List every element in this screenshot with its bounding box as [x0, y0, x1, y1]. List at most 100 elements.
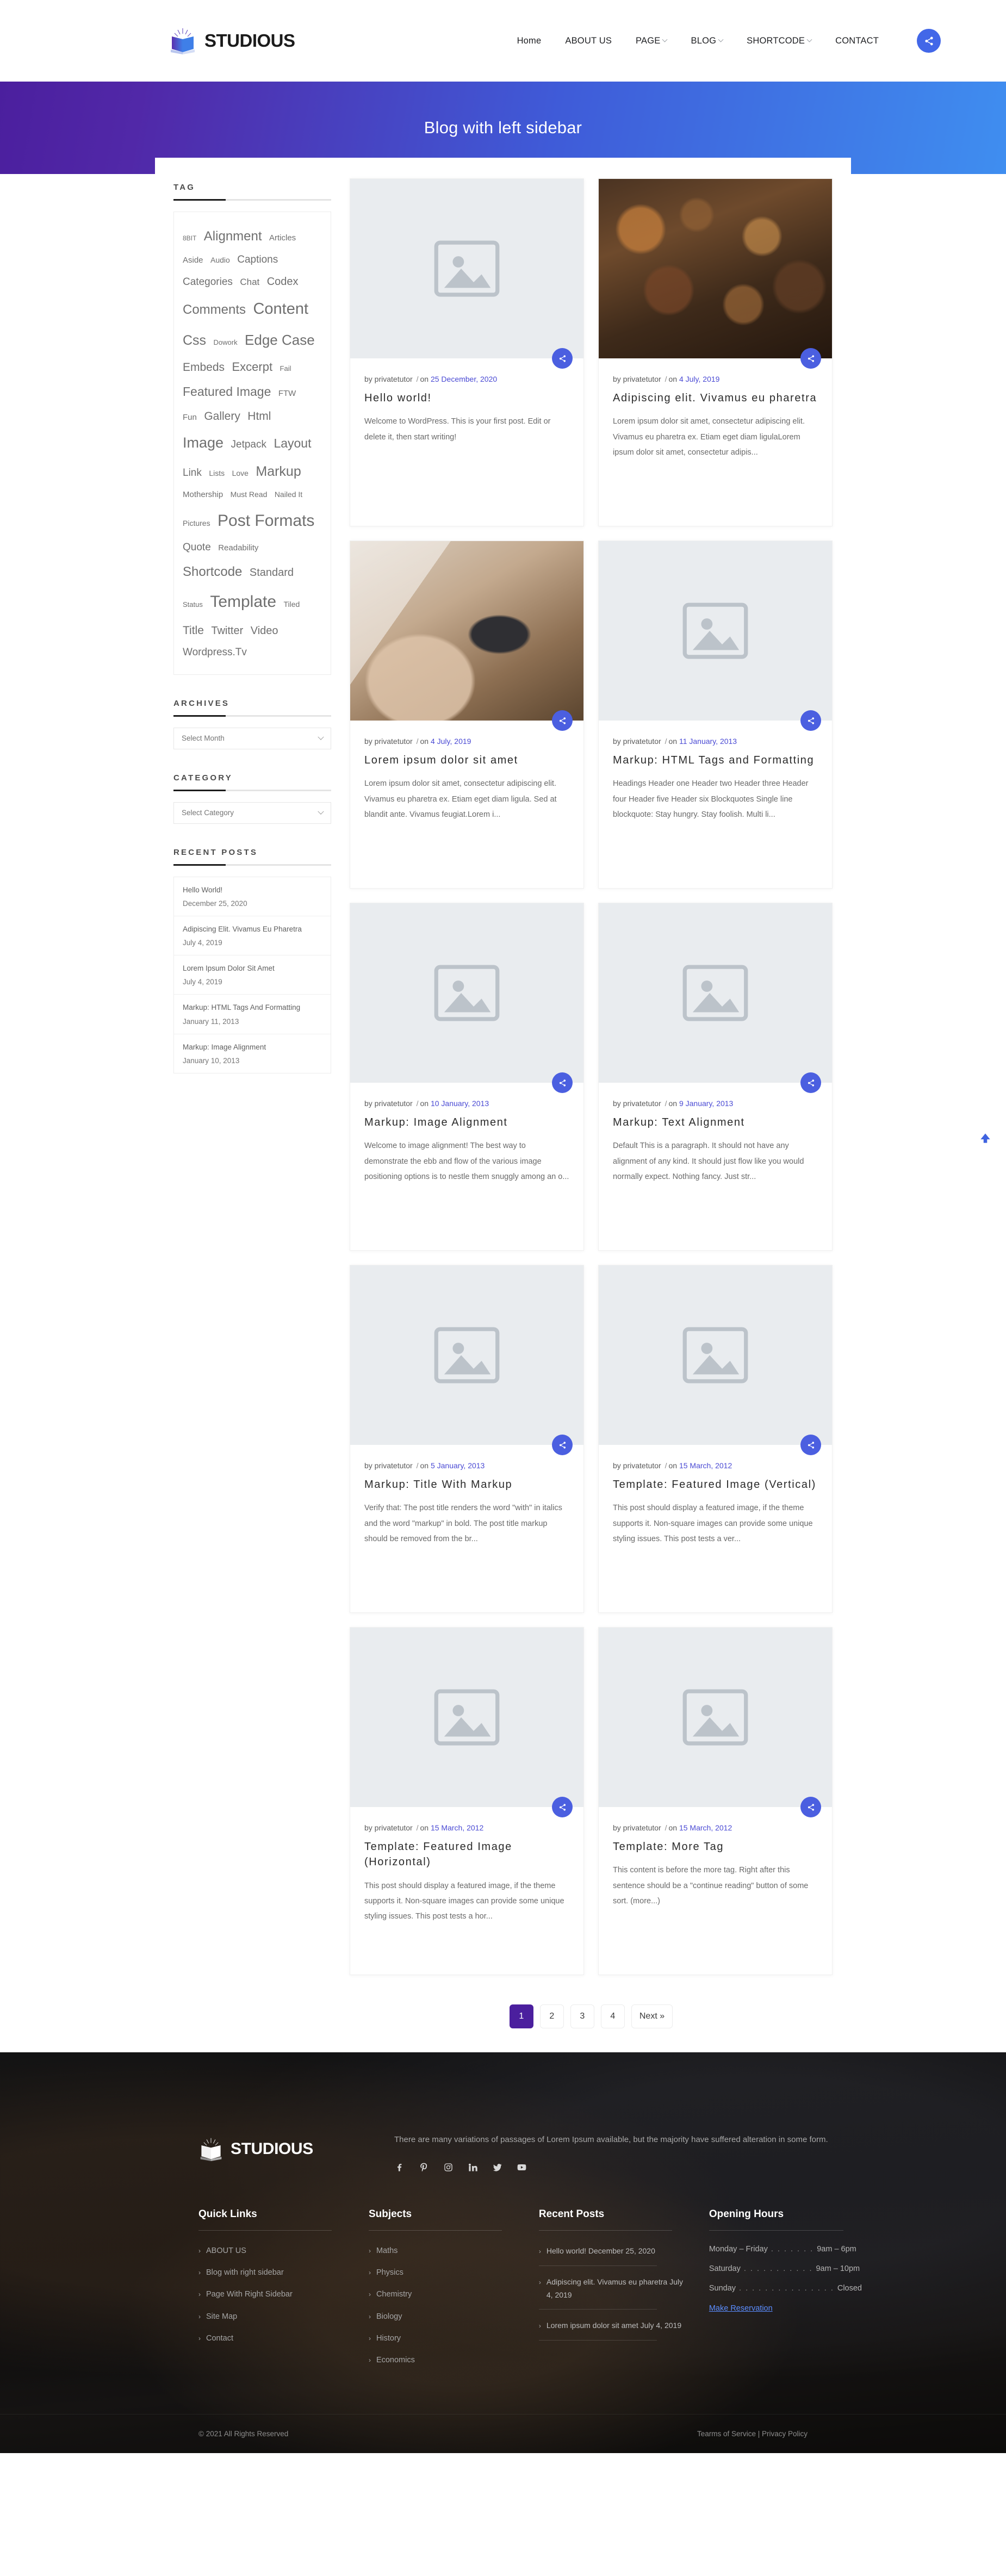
tag-link[interactable]: Mothership [183, 490, 223, 499]
post-card[interactable]: by privatetutor / on 5 January, 2013 Marku… [350, 1265, 584, 1613]
post-title[interactable]: Template: More Tag [613, 1839, 818, 1854]
footer-quick-link[interactable]: › Page With Right Sidebar [198, 2288, 350, 2301]
tag-link[interactable]: Aside [183, 256, 203, 265]
tag-link[interactable]: Categories [183, 276, 233, 288]
archives-month-select[interactable]: Select Month [173, 727, 331, 749]
tag-link[interactable]: FTW [278, 389, 296, 398]
recent-post-item[interactable]: Markup: Image Alignment January 10, 2013 [174, 1034, 331, 1073]
nav-item-contact[interactable]: CONTACT [835, 36, 879, 46]
post-card[interactable]: by privatetutor / on 25 December, 2020 Hel… [350, 178, 584, 526]
tag-link[interactable]: Edge Case [245, 332, 315, 348]
tag-link[interactable]: Wordpress.Tv [183, 647, 247, 658]
tag-link[interactable]: Gallery [204, 410, 240, 423]
tag-link[interactable]: Layout [274, 436, 311, 450]
post-share-button[interactable] [552, 1435, 573, 1455]
pinterest-icon[interactable] [419, 2162, 429, 2172]
tag-link[interactable]: Chat [240, 277, 259, 287]
tag-link[interactable]: Lists [209, 469, 225, 477]
youtube-icon[interactable] [517, 2162, 527, 2172]
post-share-button[interactable] [552, 348, 573, 369]
post-date[interactable]: 15 March, 2012 [679, 1461, 732, 1470]
post-card[interactable]: by privatetutor / on 15 March, 2012 Templa… [598, 1265, 833, 1613]
post-date[interactable]: 4 July, 2019 [431, 737, 471, 746]
instagram-icon[interactable] [443, 2162, 454, 2172]
tag-link[interactable]: Articles [269, 233, 296, 243]
tag-link[interactable]: Status [183, 600, 203, 609]
footer-subject-link[interactable]: › Biology [369, 2311, 520, 2323]
post-card[interactable]: by privatetutor / on 4 July, 2019 Adipisci… [598, 178, 833, 526]
recent-post-item[interactable]: Markup: HTML Tags And Formatting January … [174, 995, 331, 1034]
post-share-button[interactable] [800, 1797, 821, 1817]
post-title[interactable]: Adipiscing elit. Vivamus eu pharetra [613, 390, 818, 406]
recent-post-item[interactable]: Hello World! December 25, 2020 [174, 877, 331, 916]
header-share-button[interactable] [917, 29, 941, 53]
footer-subject-link[interactable]: › Economics [369, 2354, 520, 2367]
post-date[interactable]: 10 January, 2013 [431, 1099, 489, 1108]
post-share-button[interactable] [552, 710, 573, 731]
footer-recent-post-item[interactable]: › Hello world! December 25, 2020 [538, 2245, 691, 2266]
footer-subject-link[interactable]: › Physics [369, 2267, 520, 2279]
tag-link[interactable]: Captions [237, 254, 278, 265]
category-select[interactable]: Select Category [173, 802, 331, 824]
nav-item-about-us[interactable]: ABOUT US [565, 36, 612, 46]
post-date[interactable]: 15 March, 2012 [679, 1823, 732, 1832]
post-card[interactable]: by privatetutor / on 15 March, 2012 Templa… [598, 1627, 833, 1975]
footer-subject-link[interactable]: › Maths [369, 2245, 520, 2257]
tag-link[interactable]: Love [232, 469, 249, 477]
tag-link[interactable]: Dowork [214, 338, 238, 346]
post-card[interactable]: by privatetutor / on 15 March, 2012 Templa… [350, 1627, 584, 1975]
tag-link[interactable]: Standard [250, 567, 294, 579]
tag-link[interactable]: Template [210, 593, 276, 611]
tag-link[interactable]: Alignment [204, 229, 262, 244]
tag-link[interactable]: Css [183, 333, 206, 348]
tag-link[interactable]: Readability [218, 543, 258, 553]
post-share-button[interactable] [800, 1072, 821, 1093]
post-date[interactable]: 11 January, 2013 [679, 737, 737, 746]
tag-link[interactable]: Comments [183, 302, 246, 317]
brand-logo-link[interactable]: STUDIOUS [169, 27, 295, 54]
post-card[interactable]: by privatetutor / on 9 January, 2013 Marku… [598, 903, 833, 1251]
post-title[interactable]: Template: Featured Image (Horizontal) [364, 1839, 569, 1870]
pagination-page-3[interactable]: 3 [570, 2004, 594, 2028]
tag-link[interactable]: Pictures [183, 519, 210, 527]
tag-link[interactable]: Content [253, 300, 308, 318]
post-date[interactable]: 25 December, 2020 [431, 375, 497, 383]
linkedin-icon[interactable] [468, 2162, 478, 2172]
tag-link[interactable]: Audio [210, 256, 230, 264]
footer-recent-post-item[interactable]: › Lorem ipsum dolor sit amet July 4, 2019 [538, 2319, 691, 2341]
post-share-button[interactable] [800, 1435, 821, 1455]
tag-link[interactable]: Post Formats [218, 512, 314, 530]
nav-item-shortcode[interactable]: SHORTCODE [747, 36, 812, 46]
tag-link[interactable]: Featured Image [183, 384, 271, 399]
post-card[interactable]: by privatetutor / on 10 January, 2013 Mark… [350, 903, 584, 1251]
twitter-icon[interactable] [492, 2162, 502, 2172]
tag-link[interactable]: Video [251, 625, 278, 637]
tag-link[interactable]: Shortcode [183, 564, 242, 579]
tag-link[interactable]: Markup [256, 464, 301, 479]
tag-link[interactable]: Html [247, 410, 271, 423]
post-title[interactable]: Template: Featured Image (Vertical) [613, 1477, 818, 1492]
scroll-to-top-button[interactable] [978, 1131, 992, 1145]
pagination-page-1[interactable]: 1 [509, 2004, 533, 2028]
post-title[interactable]: Markup: Text Alignment [613, 1115, 818, 1130]
tag-link[interactable]: Quote [183, 542, 211, 553]
tag-link[interactable]: Fail [280, 364, 291, 373]
footer-recent-post-item[interactable]: › Adipiscing elit. Vivamus eu pharetra Ju… [538, 2276, 691, 2310]
tag-link[interactable]: Tiled [284, 600, 300, 609]
nav-item-blog[interactable]: BLOG [691, 36, 724, 46]
recent-post-item[interactable]: Adipiscing Elit. Vivamus Eu Pharetra July… [174, 916, 331, 956]
post-card[interactable]: by privatetutor / on 4 July, 2019 Lorem ip… [350, 541, 584, 889]
post-title[interactable]: Markup: Title With Markup [364, 1477, 569, 1492]
pagination-page-2[interactable]: 2 [539, 2004, 564, 2028]
legal-links[interactable]: Tearms of Service | Privacy Policy [697, 2430, 808, 2438]
post-share-button[interactable] [800, 348, 821, 369]
post-title[interactable]: Markup: HTML Tags and Formatting [613, 753, 818, 768]
tag-link[interactable]: Image [183, 434, 223, 451]
footer-quick-link[interactable]: › Site Map [198, 2311, 350, 2323]
footer-quick-link[interactable]: › Contact [198, 2332, 350, 2345]
nav-item-home[interactable]: Home [517, 36, 542, 46]
post-date[interactable]: 4 July, 2019 [679, 375, 719, 383]
post-title[interactable]: Lorem ipsum dolor sit amet [364, 753, 569, 768]
tag-link[interactable]: Excerpt [232, 360, 273, 374]
tag-link[interactable]: Title [183, 624, 204, 637]
